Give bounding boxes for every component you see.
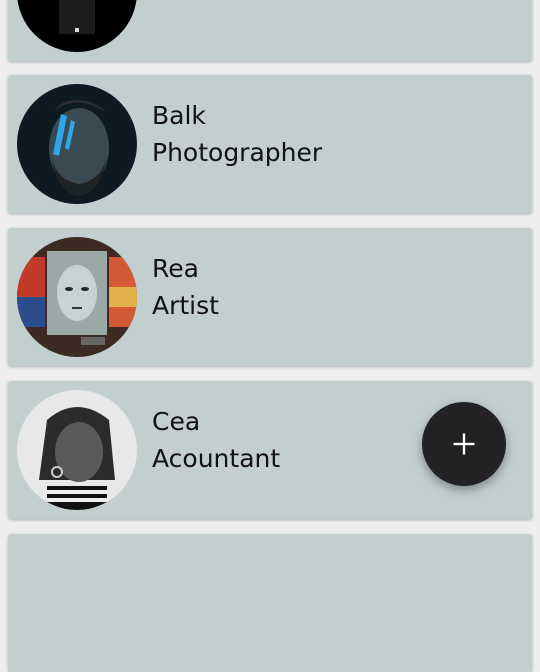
person-role: Photographer — [152, 138, 323, 167]
person-role: Acountant — [152, 444, 281, 473]
accountant-avatar-icon — [17, 390, 137, 510]
add-button[interactable] — [422, 402, 506, 486]
photographer-avatar-icon — [17, 84, 137, 204]
person-role: Artist — [152, 291, 219, 320]
list-item[interactable]: Balk Photographer — [8, 75, 532, 213]
list-item[interactable]: Rea Artist — [8, 228, 532, 366]
devops-avatar-icon — [17, 0, 137, 52]
person-name: Balk — [152, 101, 206, 130]
plus-icon — [453, 433, 475, 455]
list-item[interactable] — [8, 534, 532, 672]
person-name: Cea — [152, 407, 201, 436]
list-item[interactable]: DevOp Engineer — [8, 0, 532, 61]
artist-avatar-icon — [17, 237, 137, 357]
person-name: Rea — [152, 254, 199, 283]
